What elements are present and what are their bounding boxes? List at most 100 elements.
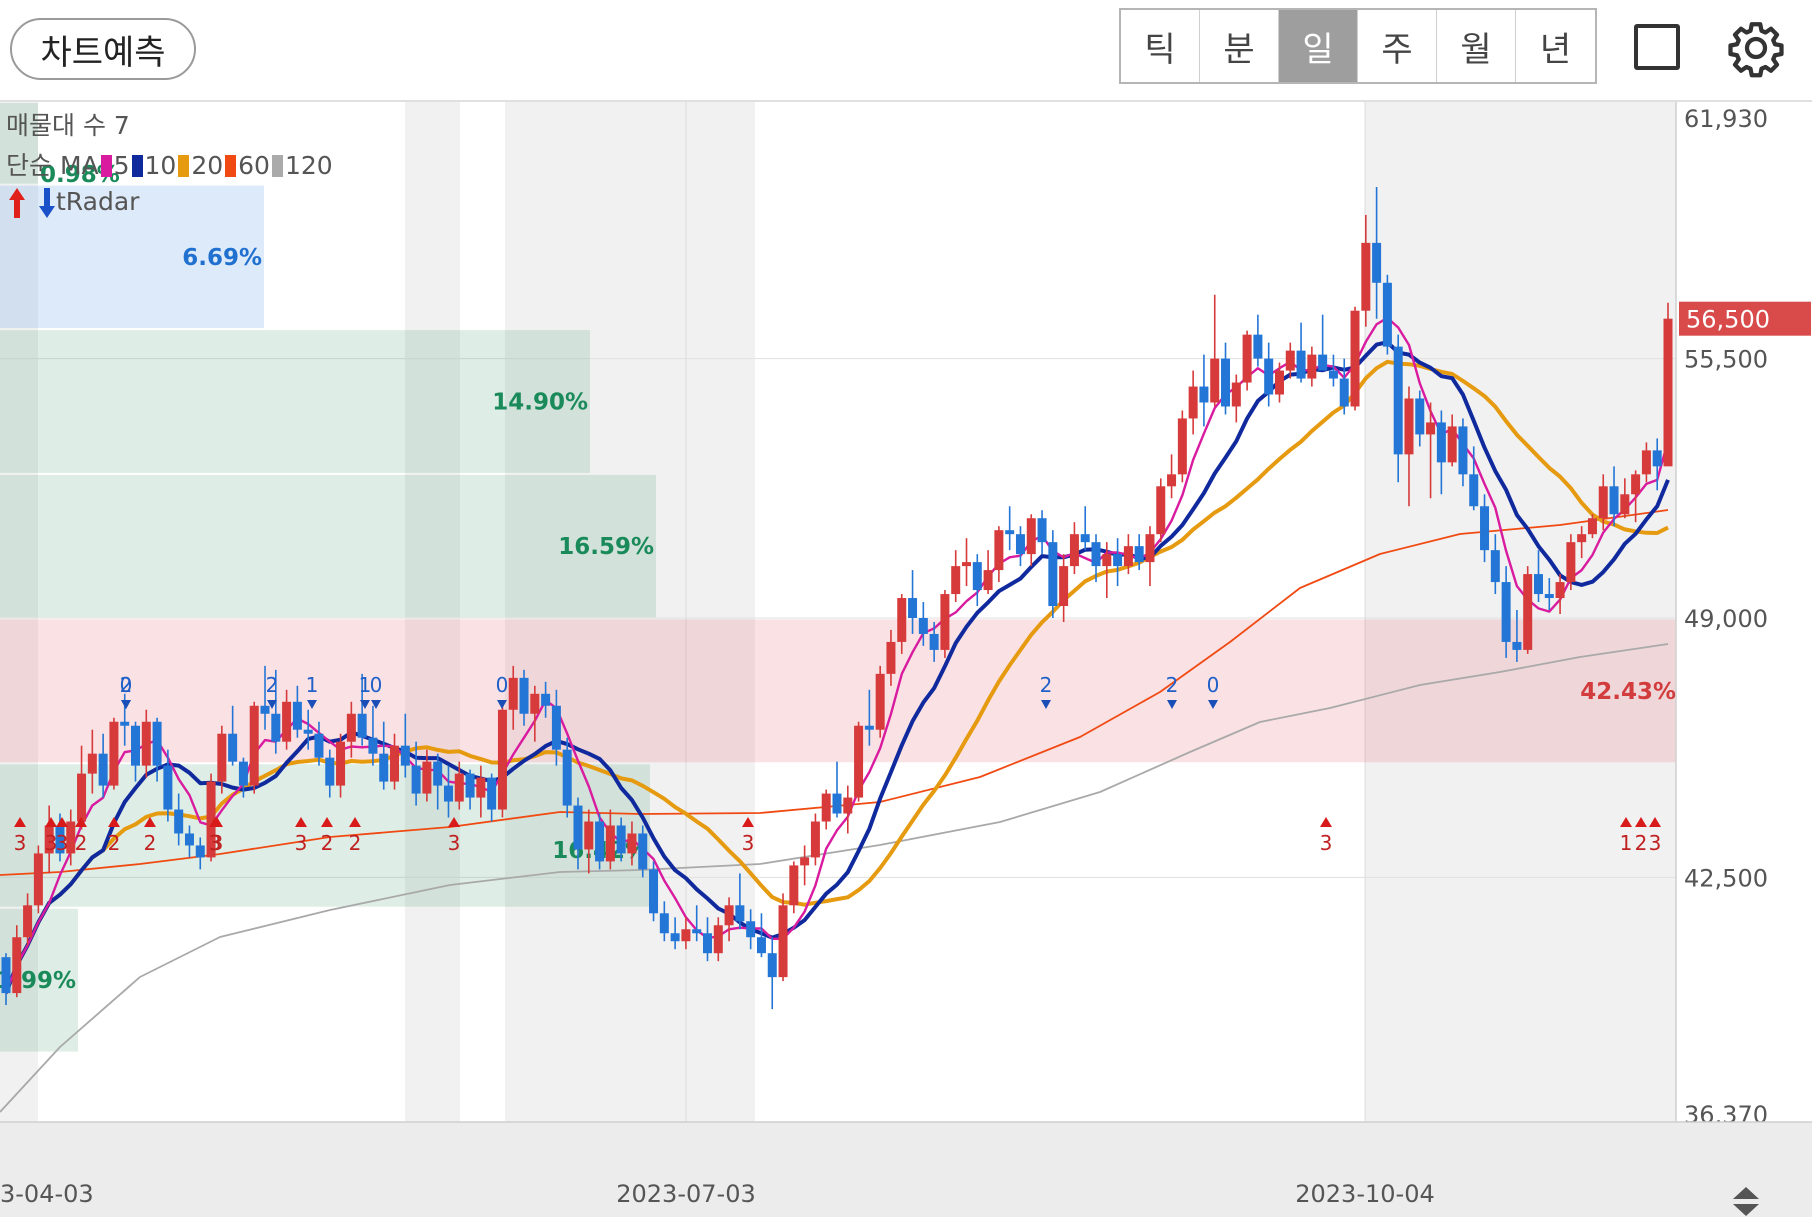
candle-body-69: [746, 921, 756, 938]
signal-up-count-10: 2: [349, 831, 362, 855]
candle-body-145: [1566, 542, 1576, 583]
square-icon[interactable]: [1634, 24, 1680, 70]
candle-body-129: [1393, 346, 1403, 455]
candle-body-24: [260, 705, 270, 714]
candle-73: [789, 861, 799, 914]
x-tick-label-0: 3-04-03: [0, 1180, 94, 1208]
candle-body-46: [497, 709, 507, 810]
candle-3: [33, 845, 43, 914]
candle-body-144: [1555, 582, 1565, 599]
signal-down-count-21: 2: [1166, 673, 1179, 697]
ma120-label: 120: [284, 151, 333, 180]
candle-body-110: [1188, 386, 1198, 419]
candle-body-114: [1231, 382, 1241, 407]
candle-115: [1242, 330, 1252, 391]
chart-area[interactable]: 0.98%6.69%14.90%16.59%42.43%16.42%1.99% …: [0, 102, 1812, 1217]
ma60-swatch: [225, 155, 237, 177]
candle-body-18: [195, 845, 205, 858]
signal-up-count-4: 2: [108, 831, 121, 855]
gear-icon[interactable]: [1726, 18, 1786, 78]
candle-body-33: [357, 713, 367, 738]
candle-body-50: [541, 693, 551, 706]
candle-body-71: [767, 953, 777, 978]
candle-body-99: [1069, 534, 1079, 567]
candle-body-39: [422, 761, 432, 794]
y-tick-label-3: 42,500: [1684, 864, 1768, 892]
candle-103: [1113, 538, 1123, 587]
candle-body-57: [616, 825, 626, 854]
candle-body-130: [1404, 398, 1414, 455]
candle-87: [940, 590, 950, 658]
candle-141: [1523, 566, 1533, 654]
candle-body-150: [1620, 494, 1630, 515]
candle-108: [1167, 454, 1177, 499]
candle-body-123: [1328, 370, 1338, 379]
tradar-label: tRadar: [56, 187, 140, 216]
candle-body-48: [519, 677, 529, 714]
candle-120: [1296, 322, 1306, 383]
candle-body-137: [1480, 506, 1490, 551]
candle-body-112: [1210, 358, 1220, 403]
signal-up-arrow-23: [1320, 817, 1332, 827]
x-tick-label-1: 2023-07-03: [616, 1180, 755, 1208]
candle-body-85: [918, 617, 928, 634]
candle-body-82: [886, 641, 896, 674]
candle-118: [1274, 362, 1284, 403]
candle-body-131: [1415, 398, 1425, 435]
candle-114: [1231, 374, 1241, 423]
candle-body-43: [465, 773, 475, 798]
candle-body-135: [1458, 426, 1468, 475]
tradar-arrows-icon: [9, 188, 55, 218]
chart-predict-button[interactable]: 차트예측: [10, 18, 196, 80]
candle-body-116: [1253, 334, 1263, 359]
candle-111: [1199, 354, 1209, 427]
candle-body-13: [141, 721, 151, 766]
candle-body-53: [573, 805, 583, 850]
candle-89: [962, 538, 972, 587]
candle-125: [1350, 306, 1360, 411]
candle-23: [249, 701, 259, 794]
candle-96: [1037, 510, 1047, 555]
period-tab-tick[interactable]: 틱: [1121, 10, 1200, 82]
period-tab-day[interactable]: 일: [1279, 10, 1358, 82]
ma10-swatch: [131, 155, 143, 177]
candle-body-55: [595, 821, 605, 862]
candle-body-34: [368, 737, 378, 754]
candle-body-148: [1598, 486, 1608, 519]
period-tab-month[interactable]: 월: [1437, 10, 1516, 82]
candle-body-134: [1447, 426, 1457, 463]
period-tab-week[interactable]: 주: [1358, 10, 1437, 82]
signal-up-count-23: 3: [1320, 831, 1333, 855]
candle-121: [1307, 346, 1317, 387]
candle-106: [1145, 526, 1155, 587]
candle-body-118: [1274, 370, 1284, 395]
candle-body-124: [1339, 378, 1349, 407]
candle-99: [1069, 522, 1079, 575]
candle-body-70: [756, 937, 766, 954]
y-axis-panel: [1676, 102, 1812, 1217]
candle-body-23: [249, 705, 259, 786]
volume-profile-label-2: 14.90%: [492, 389, 588, 415]
candle-body-67: [724, 905, 734, 926]
candle-body-11: [120, 721, 130, 726]
signal-down-count-20: 2: [1040, 673, 1053, 697]
period-tab-minute[interactable]: 분: [1200, 10, 1279, 82]
candle-body-102: [1102, 554, 1112, 567]
ma5-label: 5: [113, 151, 130, 180]
candle-body-149: [1609, 486, 1619, 515]
candle-body-38: [411, 765, 421, 794]
price-chart[interactable]: 0.98%6.69%14.90%16.59%42.43%16.42%1.99% …: [0, 102, 1812, 1217]
candle-body-132: [1426, 422, 1436, 435]
candle-body-89: [962, 562, 972, 567]
tradar-legend: tRadar: [8, 186, 139, 220]
candle-body-37: [400, 745, 410, 766]
candle-body-120: [1296, 350, 1306, 379]
candle-body-141: [1523, 574, 1533, 650]
candle-body-127: [1372, 242, 1382, 283]
candle-body-30: [325, 757, 335, 786]
candle-88: [951, 550, 961, 603]
candle-body-32: [346, 713, 356, 742]
candle-107: [1156, 478, 1166, 543]
signal-up-count-7: 3: [211, 831, 224, 855]
period-tab-year[interactable]: 년: [1516, 10, 1595, 82]
